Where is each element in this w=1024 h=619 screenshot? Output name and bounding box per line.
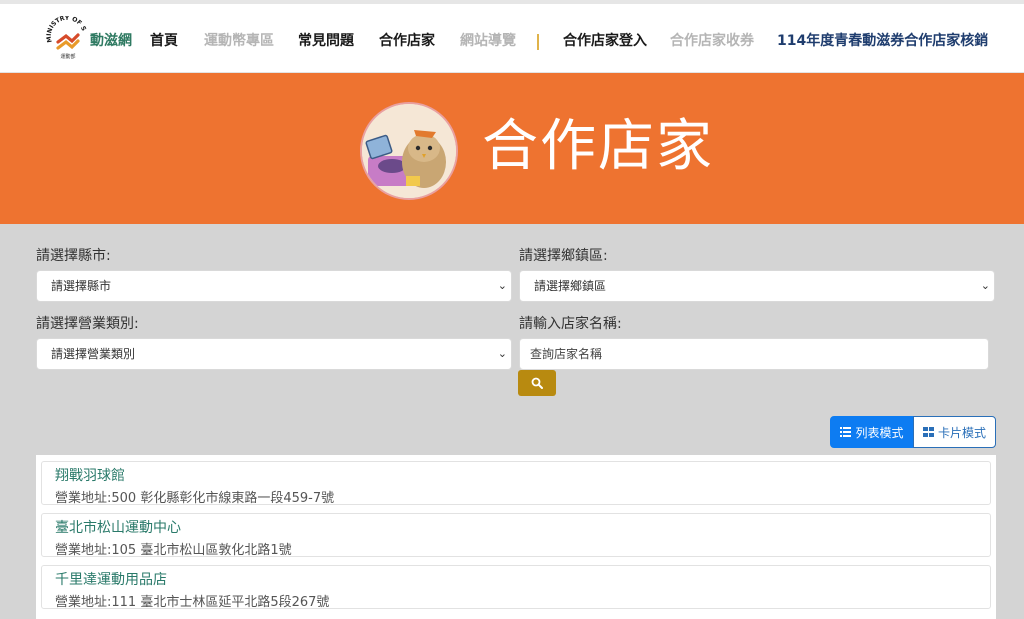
page-banner: 合作店家 [0, 73, 1024, 224]
svg-text:MINISTRY OF SPORTS: MINISTRY OF SPORTS [46, 16, 87, 43]
district-select[interactable]: 請選擇鄉鎮區 ⌄ [519, 270, 995, 302]
nav-youth-voucher[interactable]: 114年度青春動滋券合作店家核銷 [777, 30, 988, 50]
card-view-label: 卡片模式 [937, 425, 986, 440]
category-label: 請選擇營業類別: [36, 316, 139, 332]
search-button[interactable] [518, 370, 556, 396]
brand-name: 動滋網 [90, 33, 132, 49]
store-name-link[interactable]: 翔戰羽球館 [55, 465, 125, 485]
store-address: 營業地址:500 彰化縣彰化市線東路一段459-7號 [55, 491, 335, 506]
district-select-value: 請選擇鄉鎮區 [534, 279, 607, 293]
county-select-value: 請選擇縣市 [51, 279, 112, 293]
county-select[interactable]: 請選擇縣市 ⌄ [36, 270, 512, 302]
nav-store-collect[interactable]: 合作店家收券 [670, 30, 754, 50]
nav-store-login[interactable]: 合作店家登入 [563, 30, 647, 50]
store-name-label: 請輸入店家名稱: [519, 316, 622, 332]
store-address: 營業地址:105 臺北市松山區敦化北路1號 [55, 543, 292, 558]
navbar: MINISTRY OF SPORTS 運動部 動滋網 首頁 運動幣專區 常見問題… [0, 4, 1024, 73]
ministry-logo-icon: MINISTRY OF SPORTS 運動部 [46, 16, 87, 60]
nav-sports-coin[interactable]: 運動幣專區 [204, 30, 274, 50]
store-address: 營業地址:111 臺北市士林區延平北路5段267號 [55, 595, 330, 610]
list-item: 翔戰羽球館 營業地址:500 彰化縣彰化市線東路一段459-7號 [41, 461, 991, 506]
mascot-illustration [360, 102, 458, 200]
list-icon [840, 427, 852, 437]
search-icon [531, 377, 543, 389]
nav-partner-stores[interactable]: 合作店家 [379, 30, 435, 50]
list-item: 千里達運動用品店 營業地址:111 臺北市士林區延平北路5段267號 [41, 565, 991, 610]
store-name-link[interactable]: 千里達運動用品店 [55, 569, 167, 589]
list-view-button[interactable]: 列表模式 [830, 416, 914, 448]
nav-faq[interactable]: 常見問題 [298, 30, 354, 50]
page-title: 合作店家 [482, 114, 714, 179]
nav-divider [537, 34, 539, 50]
list-view-label: 列表模式 [855, 425, 904, 440]
mascot-icon [362, 104, 456, 198]
district-label: 請選擇鄉鎮區: [519, 248, 608, 264]
card-view-button[interactable]: 卡片模式 [913, 416, 996, 448]
store-list: 翔戰羽球館 營業地址:500 彰化縣彰化市線東路一段459-7號 臺北市松山運動… [36, 455, 996, 619]
grid-icon [922, 427, 934, 437]
nav-sitemap[interactable]: 網站導覽 [460, 30, 516, 50]
county-label: 請選擇縣市: [36, 248, 111, 264]
category-select[interactable]: 請選擇營業類別 ⌄ [36, 338, 512, 370]
chevron-down-icon: ⌄ [980, 279, 990, 292]
chevron-down-icon: ⌄ [497, 279, 507, 292]
nav-home[interactable]: 首頁 [150, 30, 178, 50]
chevron-down-icon: ⌄ [497, 347, 507, 360]
category-select-value: 請選擇營業類別 [51, 347, 136, 361]
site-logo[interactable]: MINISTRY OF SPORTS 運動部 動滋網 [46, 16, 132, 60]
list-item: 臺北市松山運動中心 營業地址:105 臺北市松山區敦化北路1號 [41, 513, 991, 558]
store-name-input[interactable] [519, 338, 989, 370]
store-name-link[interactable]: 臺北市松山運動中心 [55, 517, 181, 537]
svg-text:運動部: 運動部 [60, 53, 75, 60]
